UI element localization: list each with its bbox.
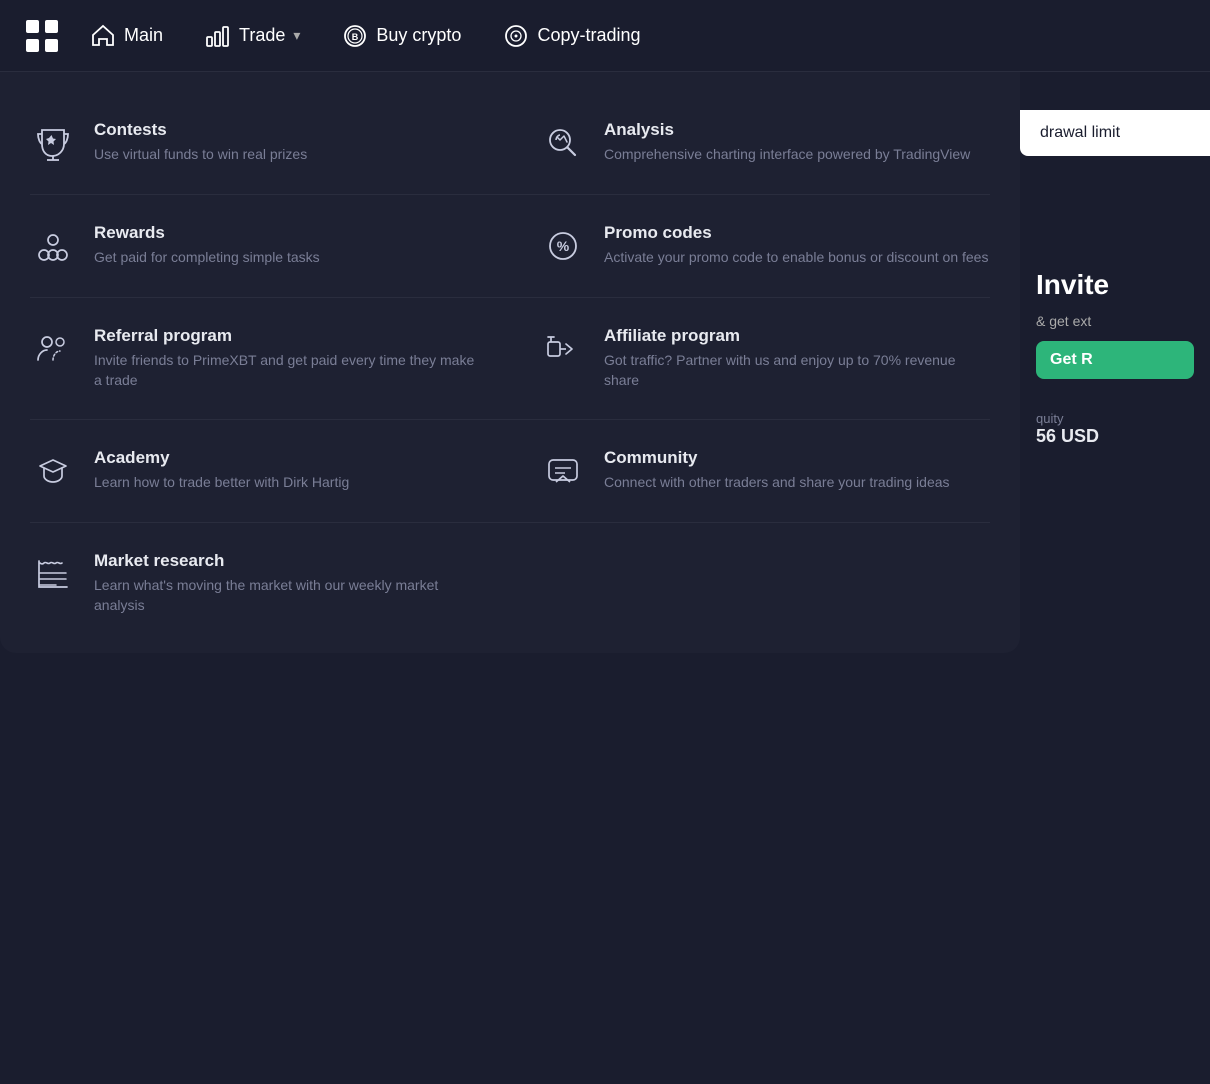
trophy-icon [30,120,76,166]
equity-value: 56 USD [1036,426,1194,447]
analysis-desc: Comprehensive charting interface powered… [604,144,990,164]
community-desc: Connect with other traders and share you… [604,472,990,492]
referral-desc: Invite friends to PrimeXBT and get paid … [94,350,480,391]
analysis-title: Analysis [604,120,990,140]
market-research-title: Market research [94,551,480,571]
affiliate-desc: Got traffic? Partner with us and enjoy u… [604,350,990,391]
market-research-desc: Learn what's moving the market with our … [94,575,480,616]
get-referral-button[interactable]: Get R [1036,341,1194,379]
referral-title: Referral program [94,326,480,346]
dropdown-market-research[interactable]: Market research Learn what's moving the … [0,533,510,634]
nav-main-label: Main [124,25,163,46]
academy-title: Academy [94,448,480,468]
academy-desc: Learn how to trade better with Dirk Hart… [94,472,480,492]
divider-4 [30,522,990,523]
nav-trade-label: Trade [239,25,285,46]
affiliate-icon [540,326,586,372]
divider-3 [30,419,990,420]
nav-buy-crypto-label: Buy crypto [376,25,461,46]
contests-title: Contests [94,120,480,140]
academy-text: Academy Learn how to trade better with D… [94,448,480,492]
community-text: Community Connect with other traders and… [604,448,990,492]
community-icon [540,448,586,494]
promo-desc: Activate your promo code to enable bonus… [604,247,990,267]
promo-icon: % [540,223,586,269]
affiliate-text: Affiliate program Got traffic? Partner w… [604,326,990,391]
divider-1 [30,194,990,195]
nav-buy-crypto[interactable]: B Buy crypto [326,15,477,57]
dropdown-referral[interactable]: Referral program Invite friends to Prime… [0,308,510,409]
promo-title: Promo codes [604,223,990,243]
nav-trade[interactable]: Trade ▾ [189,15,316,57]
rewards-text: Rewards Get paid for completing simple t… [94,223,480,267]
rewards-title: Rewards [94,223,480,243]
analysis-text: Analysis Comprehensive charting interfac… [604,120,990,164]
contests-desc: Use virtual funds to win real prizes [94,144,480,164]
dropdown-contests[interactable]: Contests Use virtual funds to win real p… [0,102,510,184]
dropdown-affiliate[interactable]: Affiliate program Got traffic? Partner w… [510,308,1020,409]
withdrawal-limit-label: drawal limit [1020,110,1210,156]
trade-chevron-icon: ▾ [293,27,300,44]
nav-copy-trading[interactable]: Copy-trading [487,15,656,57]
divider-2 [30,297,990,298]
dropdown-rewards[interactable]: Rewards Get paid for completing simple t… [0,205,510,287]
community-title: Community [604,448,990,468]
trade-dropdown: Contests Use virtual funds to win real p… [0,72,1020,653]
invite-sub: & get ext [1036,313,1194,329]
svg-text:%: % [557,238,570,254]
contests-text: Contests Use virtual funds to win real p… [94,120,480,164]
svg-text:B: B [352,32,359,42]
referral-text: Referral program Invite friends to Prime… [94,326,480,391]
rewards-desc: Get paid for completing simple tasks [94,247,480,267]
dropdown-analysis[interactable]: Analysis Comprehensive charting interfac… [510,102,1020,184]
dropdown-community[interactable]: Community Connect with other traders and… [510,430,1020,512]
invite-title: Invite [1036,270,1194,301]
promo-text: Promo codes Activate your promo code to … [604,223,990,267]
nav-copy-trading-label: Copy-trading [537,25,640,46]
top-navigation: Main Trade ▾ B Buy crypto Copy-trading [0,0,1210,72]
app-grid-logo[interactable] [20,14,64,58]
nav-main[interactable]: Main [74,15,179,57]
equity-label: quity [1036,411,1194,426]
analysis-icon [540,120,586,166]
academy-icon [30,448,76,494]
affiliate-title: Affiliate program [604,326,990,346]
dropdown-academy[interactable]: Academy Learn how to trade better with D… [0,430,510,512]
dropdown-promo-codes[interactable]: % Promo codes Activate your promo code t… [510,205,1020,287]
referral-icon [30,326,76,372]
right-panel-dark: Invite & get ext Get R quity 56 USD [1020,250,1210,670]
rewards-icon [30,223,76,269]
market-research-text: Market research Learn what's moving the … [94,551,480,616]
market-research-icon [30,551,76,597]
dropdown-grid: Contests Use virtual funds to win real p… [0,102,1020,633]
withdrawal-limit-text: drawal limit [1040,124,1120,141]
